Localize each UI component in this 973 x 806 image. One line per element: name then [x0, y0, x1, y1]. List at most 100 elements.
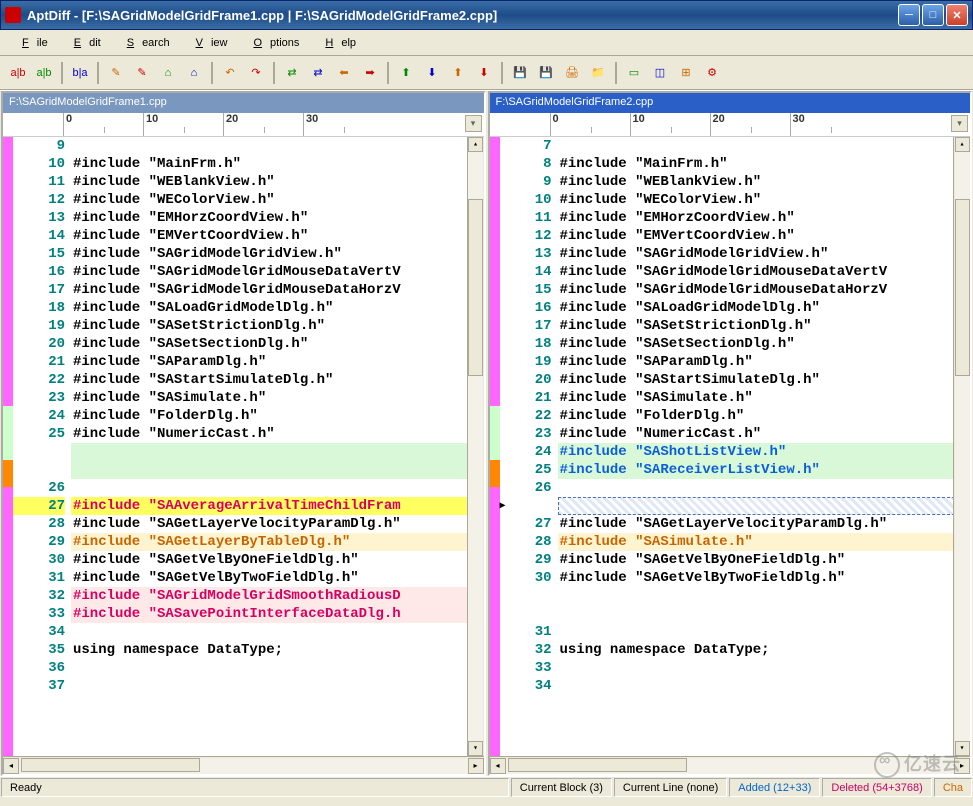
code-line[interactable]: [558, 137, 971, 155]
code-line[interactable]: #include "SASimulate.h": [71, 389, 484, 407]
menu-view[interactable]: View: [180, 34, 236, 52]
compare-files-icon[interactable]: a|b: [6, 61, 30, 85]
left-all-icon[interactable]: ⬅: [332, 61, 356, 85]
code-line[interactable]: #include "NumericCast.h": [558, 425, 971, 443]
code-line[interactable]: using namespace DataType;: [558, 641, 971, 659]
redo-icon[interactable]: ↷: [244, 61, 268, 85]
code-line[interactable]: #include "SASimulate.h": [558, 533, 971, 551]
code-line[interactable]: #include "SALoadGridModelDlg.h": [71, 299, 484, 317]
menu-help[interactable]: Help: [309, 34, 364, 52]
code-line[interactable]: #include "SAGridModelGridView.h": [71, 245, 484, 263]
folder-icon[interactable]: 📁: [586, 61, 610, 85]
code-line[interactable]: #include "SAGridModelGridMouseDataHorzV: [558, 281, 971, 299]
ruler-scroll-right[interactable]: ▾: [951, 115, 968, 132]
code-line[interactable]: #include "SASetSectionDlg.h": [71, 335, 484, 353]
code-line[interactable]: #include "FolderDlg.h": [558, 407, 971, 425]
code-line[interactable]: #include "SASetSectionDlg.h": [558, 335, 971, 353]
menu-edit[interactable]: Edit: [58, 34, 109, 52]
maximize-button[interactable]: □: [922, 4, 944, 26]
menu-file[interactable]: File: [6, 34, 56, 52]
copy-right-icon[interactable]: ⇄: [306, 61, 330, 85]
code-line[interactable]: #include "SAStartSimulateDlg.h": [558, 371, 971, 389]
code-line[interactable]: #include "WEBlankView.h": [71, 173, 484, 191]
code-line[interactable]: #include "SAGetLayerByTableDlg.h": [71, 533, 484, 551]
code-line[interactable]: [71, 461, 484, 479]
close-button[interactable]: ✕: [946, 4, 968, 26]
left-hscroll[interactable]: ◂▸: [3, 756, 484, 774]
right-vscroll[interactable]: ▴▾: [953, 137, 970, 756]
compare-folders-icon[interactable]: a|b: [32, 61, 56, 85]
right-code[interactable]: 7891011121314151617181920212223242526272…: [490, 137, 971, 756]
code-line[interactable]: #include "SASimulate.h": [558, 389, 971, 407]
code-line[interactable]: #include "SAGridModelGridSmoothRadiousD: [71, 587, 484, 605]
code-line[interactable]: #include "SAAverageArrivalTimeChildFram: [71, 497, 484, 515]
up2-icon[interactable]: ⬆: [446, 61, 470, 85]
code-line[interactable]: [71, 659, 484, 677]
view-split-icon[interactable]: ◫: [648, 61, 672, 85]
code-line[interactable]: #include "EMHorzCoordView.h": [71, 209, 484, 227]
code-line[interactable]: #include "EMVertCoordView.h": [558, 227, 971, 245]
code-line[interactable]: [71, 479, 484, 497]
code-line[interactable]: [558, 605, 971, 623]
code-line[interactable]: #include "SAGridModelGridMouseDataVertV: [558, 263, 971, 281]
undo-icon[interactable]: ↶: [218, 61, 242, 85]
up1-icon[interactable]: ⬆: [394, 61, 418, 85]
code-line[interactable]: #include "SAGetLayerVelocityParamDlg.h": [558, 515, 971, 533]
code-line[interactable]: #include "WEColorView.h": [71, 191, 484, 209]
titlebar[interactable]: AptDiff - [F:\SAGridModelGridFrame1.cpp …: [0, 0, 973, 30]
code-line[interactable]: #include "WEColorView.h": [558, 191, 971, 209]
code-line[interactable]: #include "SAShotListView.h": [558, 443, 971, 461]
ruler-scroll-left[interactable]: ▾: [465, 115, 482, 132]
code-line[interactable]: #include "EMVertCoordView.h": [71, 227, 484, 245]
code-line[interactable]: #include "MainFrm.h": [71, 155, 484, 173]
code-line[interactable]: using namespace DataType;: [71, 641, 484, 659]
code-line[interactable]: #include "SALoadGridModelDlg.h": [558, 299, 971, 317]
code-line[interactable]: #include "SASetStrictionDlg.h": [71, 317, 484, 335]
code-line[interactable]: [71, 137, 484, 155]
code-line[interactable]: [558, 497, 971, 515]
code-line[interactable]: #include "WEBlankView.h": [558, 173, 971, 191]
code-line[interactable]: #include "SAGridModelGridMouseDataHorzV: [71, 281, 484, 299]
code-line[interactable]: #include "SAGetVelByTwoFieldDlg.h": [71, 569, 484, 587]
code-line[interactable]: #include "SAGetVelByOneFieldDlg.h": [71, 551, 484, 569]
code-line[interactable]: [558, 659, 971, 677]
code-line[interactable]: #include "SAGetVelByOneFieldDlg.h": [558, 551, 971, 569]
code-line[interactable]: [558, 677, 971, 695]
code-line[interactable]: #include "SAGetLayerVelocityParamDlg.h": [71, 515, 484, 533]
code-line[interactable]: #include "SASetStrictionDlg.h": [558, 317, 971, 335]
right-overview[interactable]: [490, 137, 500, 756]
menu-search[interactable]: Search: [111, 34, 178, 52]
prev-diff-icon[interactable]: ✎: [130, 61, 154, 85]
left-vscroll[interactable]: ▴▾: [467, 137, 484, 756]
code-line[interactable]: #include "SAReceiverListView.h": [558, 461, 971, 479]
code-line[interactable]: [71, 677, 484, 695]
code-line[interactable]: [558, 479, 971, 497]
view-single-icon[interactable]: ▭: [622, 61, 646, 85]
code-line[interactable]: [558, 587, 971, 605]
code-line[interactable]: #include "SAGridModelGridMouseDataVertV: [71, 263, 484, 281]
code-line[interactable]: #include "SAStartSimulateDlg.h": [71, 371, 484, 389]
print-icon[interactable]: 🖨: [560, 61, 584, 85]
copy-left-icon[interactable]: ⇄: [280, 61, 304, 85]
code-line[interactable]: [71, 443, 484, 461]
save-icon[interactable]: 💾: [508, 61, 532, 85]
next-diff-icon[interactable]: ✎: [104, 61, 128, 85]
code-line[interactable]: #include "EMHorzCoordView.h": [558, 209, 971, 227]
menu-options[interactable]: Options: [237, 34, 307, 52]
code-line[interactable]: #include "SAParamDlg.h": [558, 353, 971, 371]
code-line[interactable]: [71, 623, 484, 641]
down1-icon[interactable]: ⬇: [420, 61, 444, 85]
swap-icon[interactable]: b|a: [68, 61, 92, 85]
right-hscroll[interactable]: ◂▸: [490, 756, 971, 774]
first-diff-icon[interactable]: ⌂: [156, 61, 180, 85]
code-line[interactable]: #include "FolderDlg.h": [71, 407, 484, 425]
code-line[interactable]: #include "SAGetVelByTwoFieldDlg.h": [558, 569, 971, 587]
left-code[interactable]: 9101112131415161718192021222324252627282…: [3, 137, 484, 756]
code-line[interactable]: #include "MainFrm.h": [558, 155, 971, 173]
save-all-icon[interactable]: 💾: [534, 61, 558, 85]
down2-icon[interactable]: ⬇: [472, 61, 496, 85]
left-overview[interactable]: [3, 137, 13, 756]
view-grid-icon[interactable]: ⊞: [674, 61, 698, 85]
minimize-button[interactable]: ─: [898, 4, 920, 26]
settings-icon[interactable]: ⚙: [700, 61, 724, 85]
